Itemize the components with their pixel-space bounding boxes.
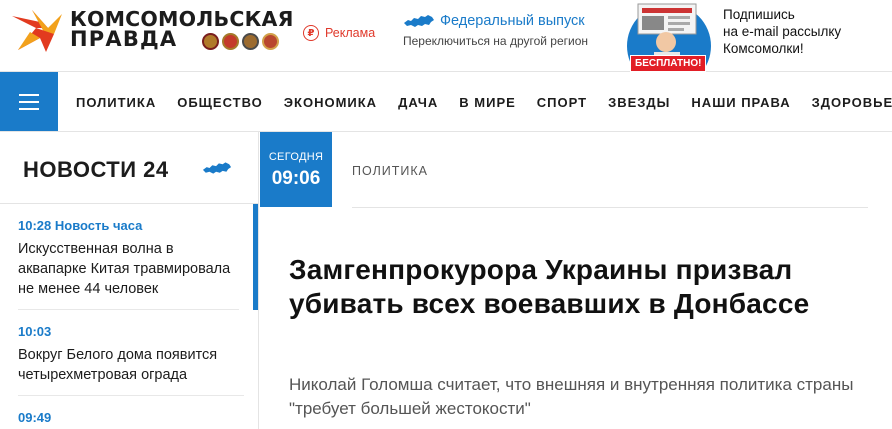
nav-item-society[interactable]: ОБЩЕСТВО [177, 95, 263, 110]
article-date-time: 09:06 [271, 168, 321, 189]
newsletter-promo[interactable]: БЕСПЛАТНО! Подпишись на e-mail рассылку … [620, 0, 892, 74]
nav-item-stars[interactable]: ЗВЕЗДЫ [608, 95, 670, 110]
promo-badge: БЕСПЛАТНО! [630, 55, 707, 72]
russia-map-icon [404, 15, 434, 27]
region-subtitle: Переключиться на другой регион [403, 34, 589, 48]
hamburger-icon-bar [19, 107, 39, 110]
feed-item-text: Вокруг Белого дома появится четырехметро… [18, 345, 244, 396]
logo-star-icon [12, 10, 62, 52]
site-header: КОМСОМОЛЬСКАЯ ПРАВДА ₽ Реклама Федеральн… [0, 0, 892, 74]
promo-line-1: Подпишись [723, 7, 795, 22]
promo-line-2: на e-mail рассылку [723, 24, 842, 39]
promo-text: Подпишись на e-mail рассылку Комсомолки! [723, 6, 841, 57]
news-sidebar-title[interactable]: НОВОСТИ 24 [23, 157, 169, 183]
nav-item-economy[interactable]: ЭКОНОМИКА [284, 95, 377, 110]
feed-item[interactable]: 10:03 Вокруг Белого дома появится четыре… [0, 310, 258, 396]
region-title: Федеральный выпуск [440, 13, 585, 29]
feed-item-time[interactable]: 09:49 [0, 410, 258, 425]
region-switcher[interactable]: Федеральный выпуск Переключиться на друг… [403, 13, 588, 48]
order-medal-icon [242, 33, 259, 50]
ad-link[interactable]: ₽ Реклама [303, 25, 375, 41]
article-lead: Николай Голомша считает, что внешняя и в… [289, 375, 854, 418]
ad-label: Реклама [325, 26, 376, 40]
nav-items: ПОЛИТИКА ОБЩЕСТВО ЭКОНОМИКА ДАЧА В МИРЕ … [76, 72, 892, 132]
article-date-day: СЕГОДНЯ [268, 151, 324, 163]
feed-item[interactable]: 10:28 Новость часа Искусственная волна в… [0, 204, 258, 310]
article-headline[interactable]: Замгенпрокурора Украины призвал убивать … [289, 253, 879, 321]
nav-item-rights[interactable]: НАШИ ПРАВА [691, 95, 790, 110]
divider [352, 207, 868, 208]
feed-item-time-line: 10:28 Новость часа [18, 218, 239, 233]
hamburger-icon-bar [19, 100, 39, 103]
promo-line-3: Комсомолки! [723, 41, 804, 56]
nav-item-health[interactable]: ЗДОРОВЬЕ [812, 95, 892, 110]
article-main: СЕГОДНЯ 09:06 ПОЛИТИКА Замгенпрокурора У… [258, 132, 892, 429]
feed-item-tag: Новость часа [54, 218, 143, 233]
order-medal-icon [202, 33, 219, 50]
news-sidebar: НОВОСТИ 24 10:28 Новость часа Искусствен… [0, 132, 258, 429]
hamburger-icon-bar [19, 93, 39, 96]
site-logo[interactable]: КОМСОМОЛЬСКАЯ ПРАВДА [10, 6, 293, 56]
order-medal-icon [262, 33, 279, 50]
main-nav: ПОЛИТИКА ОБЩЕСТВО ЭКОНОМИКА ДАЧА В МИРЕ … [0, 72, 892, 132]
article-date-badge: СЕГОДНЯ 09:06 [260, 132, 332, 207]
feed-item-time: 10:28 [18, 218, 52, 233]
russia-map-icon [202, 162, 232, 174]
nav-item-dacha[interactable]: ДАЧА [398, 95, 438, 110]
article-rubric-link[interactable]: ПОЛИТИКА [352, 164, 428, 178]
order-medal-icon [222, 33, 239, 50]
ruble-circle-icon: ₽ [303, 25, 319, 41]
feed-item-text: Искусственная волна в аквапарке Китая тр… [18, 239, 239, 310]
news-sidebar-header: НОВОСТИ 24 [0, 132, 258, 204]
news-feed: 10:28 Новость часа Искусственная волна в… [0, 204, 258, 425]
logo-orders [202, 33, 279, 50]
nav-item-sport[interactable]: СПОРТ [537, 95, 587, 110]
nav-item-world[interactable]: В МИРЕ [459, 95, 516, 110]
nav-item-politics[interactable]: ПОЛИТИКА [76, 95, 156, 110]
menu-button[interactable] [0, 72, 58, 131]
feed-item-time: 10:03 [18, 324, 52, 339]
